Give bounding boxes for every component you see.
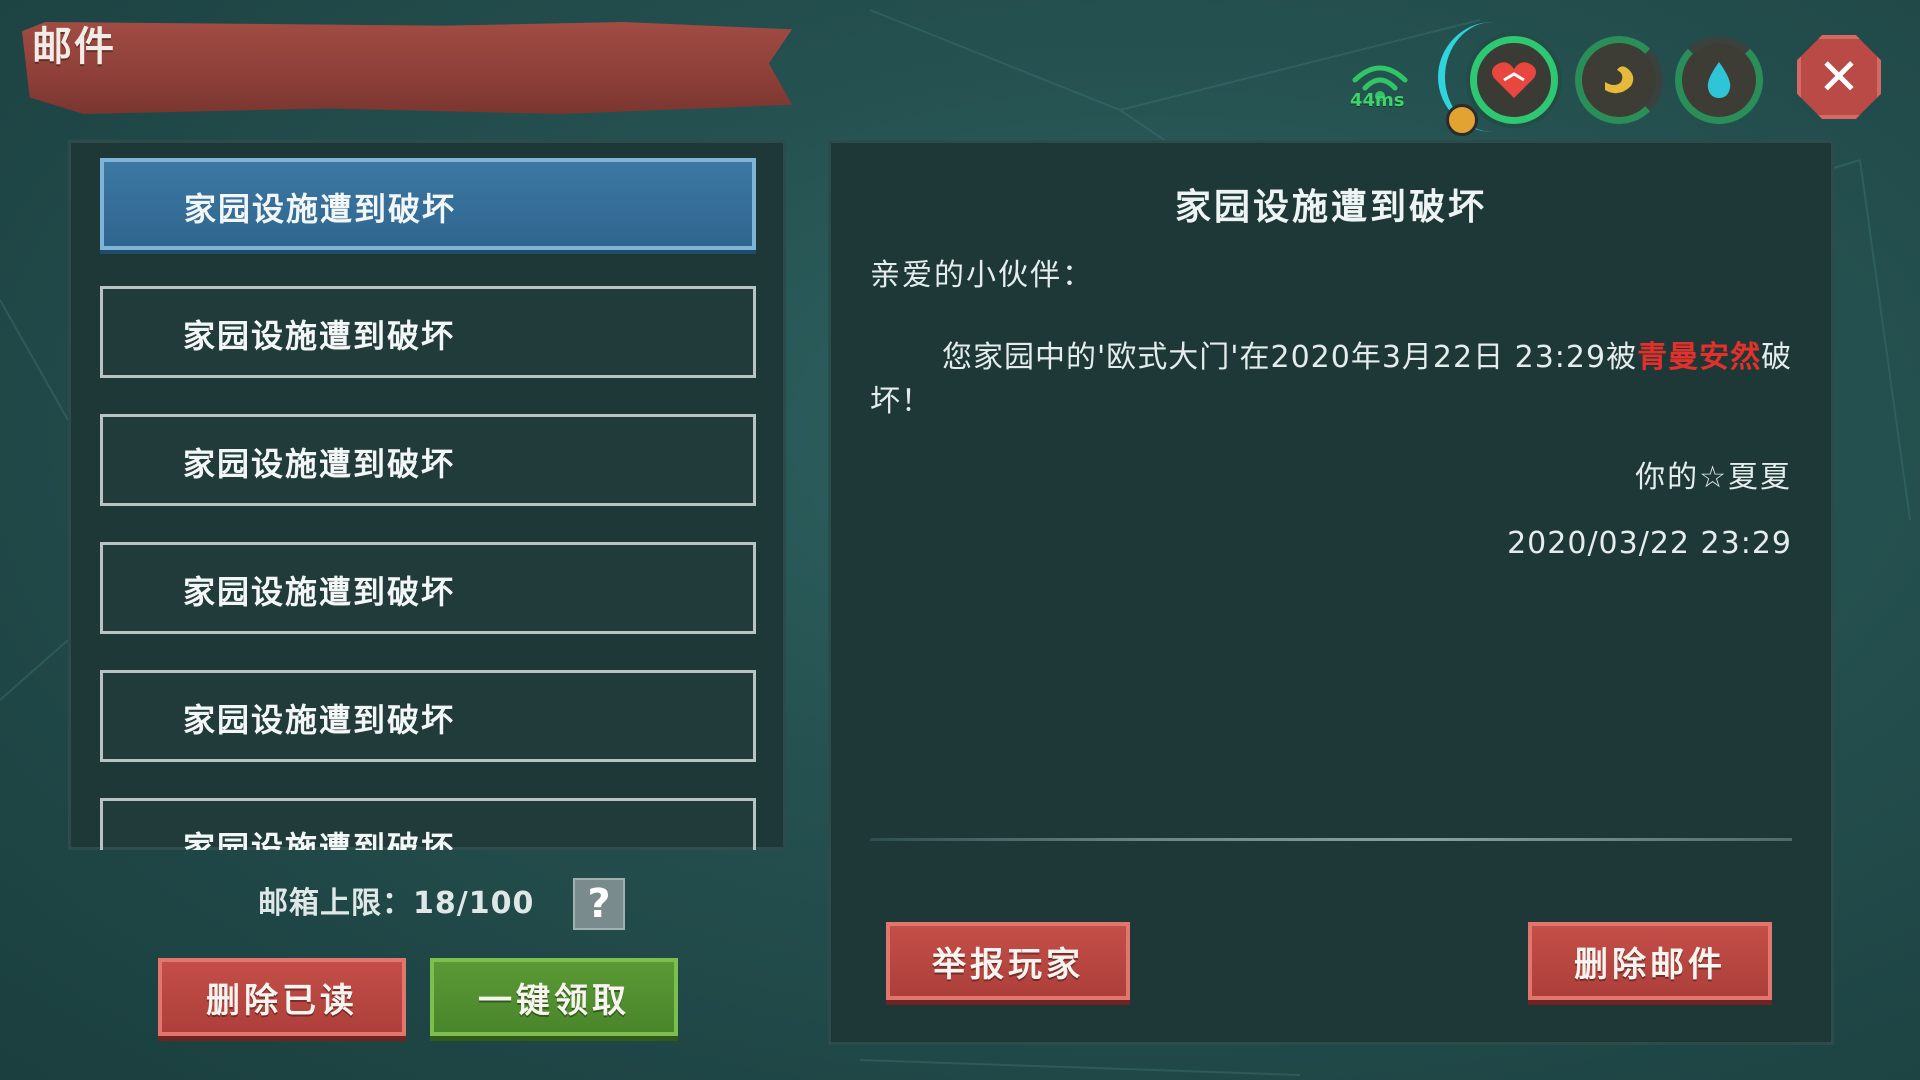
delete-read-button[interactable]: 删除已读 [158, 958, 406, 1036]
close-icon: ✕ [1818, 48, 1860, 106]
mail-body: 您家园中的'欧式大门'在2020年3月22日 23:29被青曼安然破坏！ [870, 336, 1800, 424]
hunger-gauge [1575, 36, 1663, 124]
mailbox-capacity: 邮箱上限：18/100 [258, 878, 534, 922]
close-button[interactable]: ✕ [1797, 35, 1881, 119]
health-gauge [1470, 36, 1558, 124]
water-drop-icon [1682, 43, 1756, 117]
mail-list-item[interactable]: 家园设施遭到破坏 [100, 414, 756, 506]
help-button[interactable]: ? [573, 878, 625, 930]
mail-signature: 你的☆夏夏 [1635, 460, 1792, 495]
mail-detail-panel: 家园设施遭到破坏 亲爱的小伙伴： 您家园中的'欧式大门'在2020年3月22日 … [828, 140, 1834, 1045]
mail-subject: 家园设施遭到破坏 [183, 829, 456, 850]
delete-mail-button[interactable]: 删除邮件 [1528, 922, 1772, 1000]
question-mark-icon: ? [587, 881, 611, 927]
mail-list-item[interactable]: 家园设施遭到破坏 [100, 798, 756, 850]
mail-subject: 家园设施遭到破坏 [183, 573, 456, 611]
mail-list-panel: 家园设施遭到破坏 家园设施遭到破坏 家园设施遭到破坏 家园设施遭到破坏 家园设施… [68, 140, 786, 850]
claim-all-button[interactable]: 一键领取 [430, 958, 678, 1036]
delete-read-label: 删除已读 [206, 980, 358, 1021]
mail-list-item[interactable]: 家园设施遭到破坏 [100, 670, 756, 762]
hunger-icon [1582, 43, 1656, 117]
ping-value: 44ms [1350, 90, 1405, 111]
report-player-label: 举报玩家 [932, 944, 1084, 985]
mail-detail-title: 家园设施遭到破坏 [1174, 187, 1487, 228]
mail-date: 2020/03/22 23:29 [1507, 526, 1792, 561]
mail-subject: 家园设施遭到破坏 [183, 445, 456, 483]
capacity-label: 邮箱上限： [258, 886, 413, 921]
report-player-button[interactable]: 举报玩家 [886, 922, 1130, 1000]
mail-list-item[interactable]: 家园设施遭到破坏 [100, 286, 756, 378]
mail-subject: 家园设施遭到破坏 [183, 701, 456, 739]
mail-subject: 家园设施遭到破坏 [184, 190, 457, 228]
divider [870, 838, 1792, 841]
page-title: 邮件 [32, 24, 116, 70]
mail-list-item-selected[interactable]: 家园设施遭到破坏 [100, 158, 756, 250]
mail-list-item[interactable]: 家园设施遭到破坏 [100, 542, 756, 634]
health-icon [1477, 43, 1551, 117]
capacity-value: 18/100 [413, 886, 535, 921]
title-banner [22, 22, 792, 114]
mail-subject: 家园设施遭到破坏 [183, 317, 456, 355]
water-gauge [1675, 36, 1763, 124]
mail-greeting: 亲爱的小伙伴： [870, 258, 1094, 293]
mail-body-prefix: 您家园中的'欧式大门'在2020年3月22日 23:29被 [942, 340, 1638, 375]
shield-icon [1446, 104, 1478, 136]
delete-mail-label: 删除邮件 [1574, 944, 1726, 985]
claim-all-label: 一键领取 [478, 980, 630, 1021]
player-name-highlight: 青曼安然 [1637, 340, 1762, 375]
